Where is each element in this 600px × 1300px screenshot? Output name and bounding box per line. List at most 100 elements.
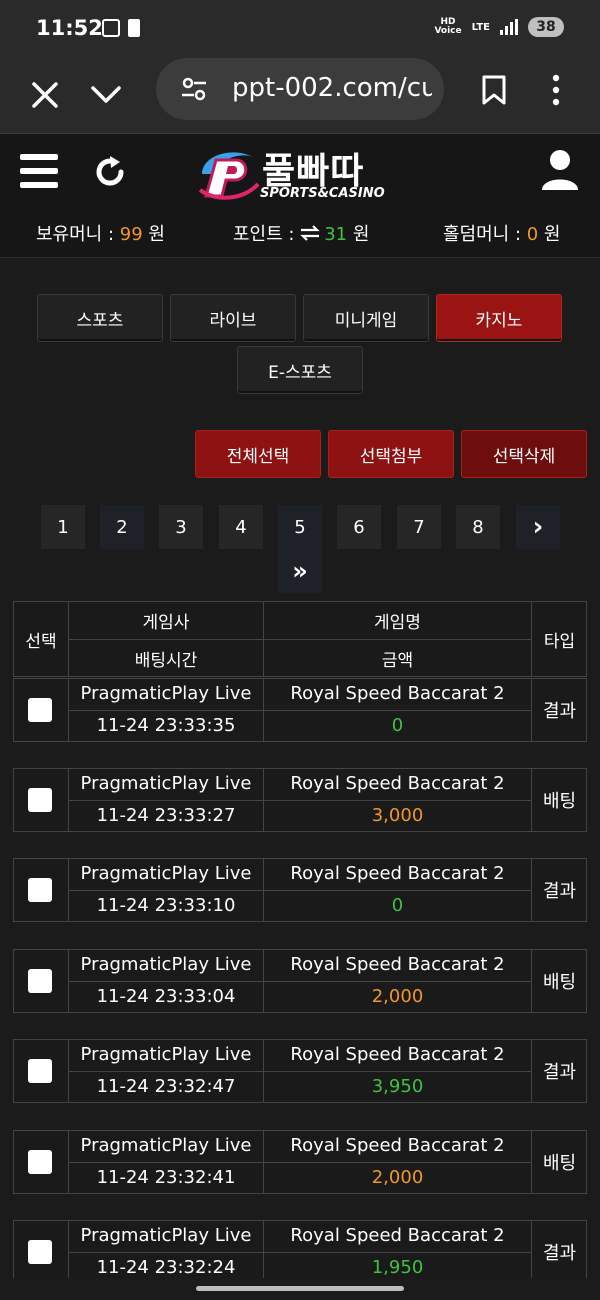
page-6[interactable]: 6 bbox=[337, 505, 381, 549]
table-row[interactable]: PragmaticPlay Live Royal Speed Baccarat 2… bbox=[13, 1130, 587, 1194]
table-row[interactable]: PragmaticPlay Live Royal Speed Baccarat 2… bbox=[13, 949, 587, 1013]
browser-toolbar: ppt-002.com/cu bbox=[0, 58, 600, 134]
row-amount: 2,000 bbox=[371, 1167, 424, 1188]
points: 포인트 : 31 원 bbox=[233, 224, 370, 245]
user-icon[interactable] bbox=[540, 148, 580, 192]
row-type: 배팅 bbox=[542, 972, 577, 993]
row-amount: 0 bbox=[391, 715, 404, 736]
row-bet-time: 11-24 23:32:47 bbox=[96, 1076, 236, 1097]
col-provider: 게임사 bbox=[142, 613, 190, 633]
row-checkbox[interactable] bbox=[28, 698, 52, 722]
page-5[interactable]: 5 bbox=[278, 505, 322, 549]
holdem-money: 홀덤머니 : 0 원 bbox=[443, 224, 561, 245]
exchange-icon[interactable] bbox=[300, 225, 320, 241]
delete-selected-button[interactable]: 선택삭제 bbox=[461, 430, 587, 478]
page-4[interactable]: 4 bbox=[219, 505, 263, 549]
row-game: Royal Speed Baccarat 2 bbox=[290, 1225, 505, 1246]
col-type: 타입 bbox=[543, 631, 576, 652]
row-amount: 0 bbox=[391, 895, 404, 916]
page-2[interactable]: 2 bbox=[100, 505, 144, 549]
row-provider: PragmaticPlay Live bbox=[80, 954, 252, 975]
alert-icon bbox=[128, 19, 140, 37]
col-game: 게임명 bbox=[374, 613, 421, 633]
row-checkbox[interactable] bbox=[28, 1150, 52, 1174]
lte-icon: LTE bbox=[471, 21, 490, 33]
row-checkbox[interactable] bbox=[28, 1240, 52, 1264]
site-header: 풀빠따 SPORTS&CASINO 보유머니 : 99 원 포인트 : 31 원… bbox=[0, 134, 600, 258]
table-row[interactable]: PragmaticPlay Live Royal Speed Baccarat 2… bbox=[13, 1039, 587, 1103]
tab-minigame[interactable]: 미니게임 bbox=[303, 294, 429, 342]
row-checkbox[interactable] bbox=[28, 878, 52, 902]
table-row[interactable]: PragmaticPlay Live Royal Speed Baccarat 2… bbox=[13, 1220, 587, 1284]
row-bet-time: 11-24 23:32:41 bbox=[96, 1167, 236, 1188]
row-game: Royal Speed Baccarat 2 bbox=[290, 863, 505, 884]
row-checkbox[interactable] bbox=[28, 1059, 52, 1083]
row-type: 결과 bbox=[542, 881, 577, 902]
table-row[interactable]: PragmaticPlay Live Royal Speed Baccarat 2… bbox=[13, 768, 587, 832]
table-row[interactable]: PragmaticPlay Live Royal Speed Baccarat 2… bbox=[13, 858, 587, 922]
url-bar[interactable]: ppt-002.com/cu bbox=[156, 58, 444, 120]
col-amount: 금액 bbox=[381, 651, 414, 671]
row-game: Royal Speed Baccarat 2 bbox=[290, 683, 505, 704]
attach-selected-button[interactable]: 선택첨부 bbox=[328, 430, 454, 478]
select-all-button[interactable]: 전체선택 bbox=[195, 430, 321, 478]
table-row[interactable]: PragmaticPlay Live Royal Speed Baccarat 2… bbox=[13, 678, 587, 742]
bookmark-icon[interactable] bbox=[480, 74, 508, 106]
row-game: Royal Speed Baccarat 2 bbox=[290, 773, 505, 794]
page-1[interactable]: 1 bbox=[41, 505, 85, 549]
close-icon[interactable] bbox=[28, 78, 62, 112]
row-game: Royal Speed Baccarat 2 bbox=[290, 1135, 505, 1156]
logo-subtitle: SPORTS&CASINO bbox=[260, 186, 385, 201]
col-bet-time: 배팅시간 bbox=[134, 651, 198, 671]
col-select: 선택 bbox=[25, 631, 57, 652]
last-page-button[interactable]: » bbox=[278, 549, 322, 593]
row-bet-time: 11-24 23:33:35 bbox=[96, 715, 236, 736]
more-vert-icon[interactable] bbox=[548, 72, 564, 108]
balance-row: 보유머니 : 99 원 포인트 : 31 원 홀덤머니 : 0 원 bbox=[0, 218, 600, 248]
next-page-button[interactable]: › bbox=[516, 505, 560, 549]
home-indicator[interactable] bbox=[196, 1286, 404, 1291]
row-amount: 2,000 bbox=[371, 986, 424, 1007]
tab-esports[interactable]: E-스포츠 bbox=[237, 346, 363, 394]
page-8[interactable]: 8 bbox=[456, 505, 500, 549]
screenshot-icon bbox=[102, 19, 120, 37]
row-provider: PragmaticPlay Live bbox=[80, 1135, 252, 1156]
row-bet-time: 11-24 23:33:27 bbox=[96, 805, 236, 826]
holding-money: 보유머니 : 99 원 bbox=[36, 224, 165, 245]
url-text[interactable]: ppt-002.com/cu bbox=[232, 73, 432, 103]
page-7[interactable]: 7 bbox=[397, 505, 441, 549]
tab-sports[interactable]: 스포츠 bbox=[37, 294, 163, 342]
row-game: Royal Speed Baccarat 2 bbox=[290, 1044, 505, 1065]
row-checkbox[interactable] bbox=[28, 969, 52, 993]
status-bar: 11:52 HD Voice LTE 38 bbox=[0, 0, 600, 58]
site-settings-icon[interactable] bbox=[180, 76, 208, 102]
row-checkbox[interactable] bbox=[28, 788, 52, 812]
row-provider: PragmaticPlay Live bbox=[80, 1044, 252, 1065]
page-3[interactable]: 3 bbox=[159, 505, 203, 549]
row-amount: 3,000 bbox=[371, 805, 424, 826]
row-provider: PragmaticPlay Live bbox=[80, 683, 252, 704]
row-provider: PragmaticPlay Live bbox=[80, 773, 252, 794]
row-type: 결과 bbox=[542, 701, 577, 722]
tab-live[interactable]: 라이브 bbox=[170, 294, 296, 342]
row-bet-time: 11-24 23:33:04 bbox=[96, 986, 236, 1007]
row-type: 결과 bbox=[542, 1243, 577, 1264]
refresh-icon[interactable] bbox=[92, 154, 128, 190]
row-amount: 3,950 bbox=[371, 1076, 424, 1097]
logo-emblem-icon bbox=[198, 152, 260, 200]
chevron-down-icon[interactable] bbox=[88, 76, 124, 112]
status-time: 11:52 bbox=[36, 16, 103, 40]
row-bet-time: 11-24 23:32:24 bbox=[96, 1257, 236, 1278]
hd-voice-icon: HD Voice bbox=[434, 17, 462, 36]
row-bet-time: 11-24 23:33:10 bbox=[96, 895, 236, 916]
row-provider: PragmaticPlay Live bbox=[80, 863, 252, 884]
tab-casino[interactable]: 카지노 bbox=[436, 294, 562, 342]
site-logo[interactable]: 풀빠따 SPORTS&CASINO bbox=[196, 142, 406, 206]
row-type: 배팅 bbox=[542, 1153, 577, 1174]
table-header: 선택 게임사 게임명 타입 배팅시간 금액 bbox=[13, 601, 587, 677]
battery-icon: 38 bbox=[528, 17, 564, 37]
menu-icon[interactable] bbox=[20, 154, 58, 188]
row-type: 배팅 bbox=[542, 791, 577, 812]
row-amount: 1,950 bbox=[371, 1257, 424, 1278]
row-game: Royal Speed Baccarat 2 bbox=[290, 954, 505, 975]
